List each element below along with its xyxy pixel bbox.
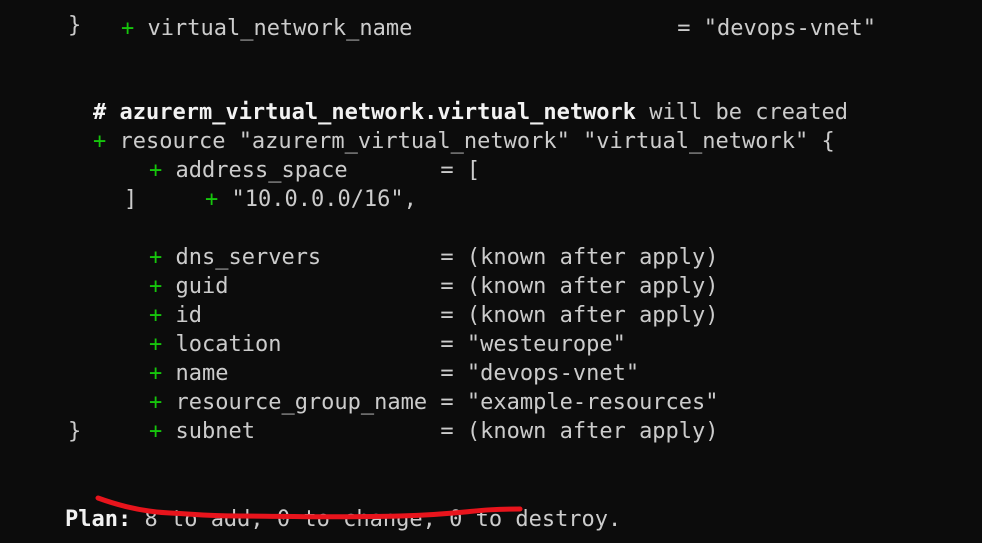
partial-line-text: virtual_network_name = "devops-vnet" — [147, 16, 876, 41]
address-value: + "10.0.0.0/16", — [152, 156, 417, 212]
block-close: } — [68, 13, 82, 38]
attr-text: subnet = (known after apply) — [175, 419, 719, 444]
plan-label: Plan: — [64, 507, 132, 532]
plus-sign: + — [148, 419, 163, 444]
plus-sign: + — [120, 16, 135, 41]
attr-guid: + guid = (known after apply) — [96, 243, 719, 299]
terminal-output: + virtual_network_name = "devops-vnet" }… — [0, 0, 982, 543]
address-value-text: "10.0.0.0/16", — [231, 187, 417, 212]
attr-address-space: + address_space = [ — [96, 127, 480, 183]
bracket-close: ] — [124, 187, 138, 212]
plus-sign: + — [204, 187, 219, 212]
attr-location: + location = "westeurope" — [96, 301, 626, 357]
plan-summary-text: 8 to add, 0 to change, 0 to destroy. — [131, 507, 622, 532]
partial-line: + virtual_network_name = "devops-vnet" — [68, 0, 876, 41]
resource-close: } — [68, 419, 82, 444]
attr-dns-servers: + dns_servers = (known after apply) — [96, 214, 719, 270]
attr-name: + name = "devops-vnet" — [96, 330, 639, 386]
attr-id: + id = (known after apply) — [96, 272, 719, 328]
resource-comment: # azurerm_virtual_network.virtual_networ… — [40, 69, 848, 125]
plan-summary: Plan: 8 to add, 0 to change, 0 to destro… — [12, 476, 621, 532]
attr-subnet: + subnet = (known after apply) — [96, 388, 719, 444]
attr-resource-group-name: + resource_group_name = "example-resourc… — [96, 359, 719, 415]
resource-declaration: + resource "azurerm_virtual_network" "vi… — [40, 98, 835, 154]
